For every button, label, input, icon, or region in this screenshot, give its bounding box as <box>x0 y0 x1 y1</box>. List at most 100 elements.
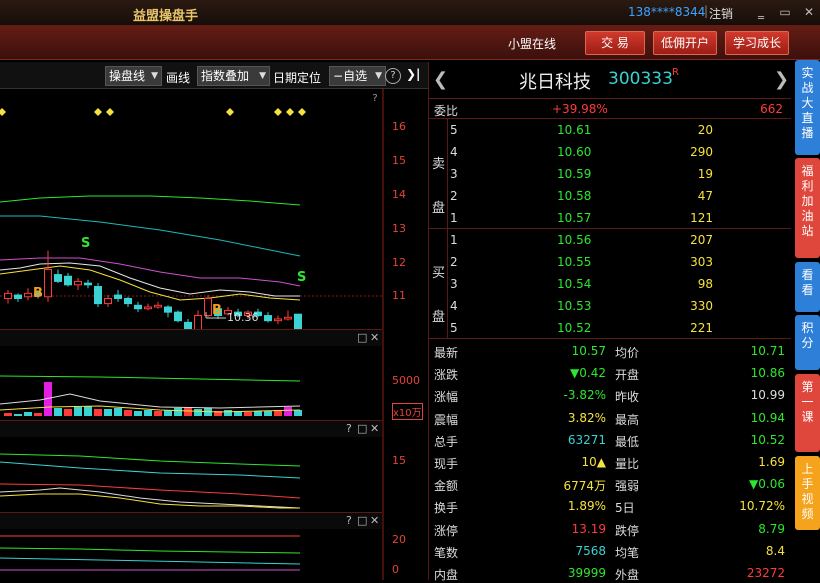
stat-value: 7568 <box>575 543 606 558</box>
index-overlay-label: 指数叠加 <box>201 69 250 83</box>
help-icon[interactable]: ? <box>346 514 352 527</box>
indicator-dropdown[interactable]: 操盘线 ▼ <box>105 66 162 86</box>
signal-diamond-icon <box>298 108 306 116</box>
stat-value: 13.19 <box>571 521 606 536</box>
stock-flag: R <box>672 67 679 78</box>
index-overlay-dropdown[interactable]: 指数叠加 ▼ <box>197 66 270 86</box>
book-volume: 207 <box>690 233 713 247</box>
volume-bar <box>114 408 122 416</box>
maximize-icon[interactable]: □ <box>357 331 367 344</box>
minimize-icon[interactable]: ‗ <box>752 4 770 20</box>
candle <box>54 269 62 284</box>
candle-body <box>154 304 162 308</box>
low-commission-account-button[interactable]: 低佣开户 <box>653 31 717 55</box>
sidebar-tab[interactable]: 上手视频 <box>795 456 820 530</box>
book-level: 1 <box>450 211 458 225</box>
candle-body <box>94 286 102 305</box>
book-price[interactable]: 10.58 <box>557 189 591 203</box>
candle-body <box>74 280 82 286</box>
restore-icon[interactable]: ▭ <box>776 4 794 20</box>
stat-value: 3.82% <box>567 410 606 425</box>
book-price[interactable]: 10.54 <box>557 277 591 291</box>
close-icon[interactable]: ✕ <box>370 331 379 344</box>
close-icon[interactable]: ✕ <box>370 422 379 435</box>
maximize-icon[interactable]: □ <box>357 514 367 527</box>
price-tick: 13 <box>392 222 406 235</box>
stat-label: 最低 <box>615 434 640 449</box>
stat-label: 现手 <box>434 457 459 471</box>
sell-side-label: 卖盘 <box>432 157 446 216</box>
signal-diamond-icon <box>286 108 294 116</box>
book-volume: 20 <box>697 123 713 137</box>
prev-stock-icon[interactable]: ❮ <box>433 69 448 90</box>
help-icon[interactable]: ? <box>346 422 352 435</box>
candle-body <box>64 275 72 286</box>
weibi-label: 委比 <box>434 104 459 118</box>
book-price[interactable]: 10.56 <box>557 233 591 247</box>
account-number[interactable]: 138****8344 <box>628 5 705 19</box>
stat-label: 涨幅 <box>434 390 459 405</box>
book-level: 5 <box>450 123 458 137</box>
stat-label: 量比 <box>615 457 640 471</box>
chevron-down-icon: ▼ <box>375 71 382 81</box>
book-price[interactable]: 10.52 <box>557 321 591 335</box>
logout-link[interactable]: 注销 <box>709 5 733 22</box>
volume-bar <box>104 409 112 416</box>
book-price[interactable]: 10.61 <box>557 123 591 137</box>
sidebar-tab[interactable]: 实战大直播 <box>795 60 820 155</box>
book-price[interactable]: 10.60 <box>557 145 591 159</box>
ind1-line-green <box>0 453 301 467</box>
expand-icon[interactable]: ❯| <box>406 67 420 81</box>
ind2-line-green <box>0 547 301 554</box>
stat-label: 笔数 <box>434 545 459 560</box>
stat-label: 外盘 <box>615 568 640 582</box>
next-stock-icon[interactable]: ❯ <box>774 69 789 90</box>
stat-value: 8.79 <box>758 521 785 536</box>
stat-value: -3.82% <box>563 388 606 403</box>
help-icon[interactable]: ? <box>385 68 401 84</box>
stat-value: ▼0.06 <box>749 477 785 492</box>
book-price[interactable]: 10.55 <box>557 255 591 269</box>
trade-button[interactable]: 交 易 <box>585 31 645 55</box>
watchlist-dropdown[interactable]: −自选 ▼ <box>329 66 386 86</box>
close-icon[interactable]: ✕ <box>800 4 818 20</box>
signal-diamond-icon <box>94 108 102 116</box>
volume-bar <box>94 409 102 416</box>
book-price[interactable]: 10.53 <box>557 299 591 313</box>
book-volume: 121 <box>690 211 713 225</box>
stat-label: 内盘 <box>434 568 459 582</box>
quote-panel: ❮ 兆日科技 300333 R ❯ 委比 +39.98% 662 5 10.61 2… <box>428 62 791 582</box>
stat-label: 均笔 <box>615 545 640 560</box>
book-price[interactable]: 10.59 <box>557 167 591 181</box>
stat-value: ▼0.42 <box>570 366 606 381</box>
stat-label: 换手 <box>434 501 459 516</box>
candle <box>124 296 132 308</box>
sidebar-tab[interactable]: 积分 <box>795 315 820 370</box>
draw-line-button[interactable]: 画线 <box>166 69 190 86</box>
ind2-line-cyan <box>0 557 301 565</box>
close-icon[interactable]: ✕ <box>370 514 379 527</box>
maximize-icon[interactable]: □ <box>357 422 367 435</box>
stat-label: 涨停 <box>434 523 459 538</box>
candle-body <box>284 316 292 320</box>
sidebar-tab[interactable]: 第一课 <box>795 374 820 452</box>
indicator2-panel-header: ? □ ✕ <box>0 512 382 529</box>
stat-label: 跌停 <box>615 523 640 538</box>
candle-body <box>144 306 152 310</box>
xiaomeng-online-label[interactable]: 小盟在线 <box>508 35 556 52</box>
weibi-pct: +39.98% <box>552 102 608 116</box>
candle <box>154 301 162 309</box>
sidebar-tab[interactable]: 看看 <box>795 262 820 312</box>
volume-bar <box>154 411 162 416</box>
book-volume: 47 <box>697 189 713 203</box>
title-bar: 益盟操盘手 138****8344 | 注销 ‗ ▭ ✕ <box>0 0 820 26</box>
book-price[interactable]: 10.57 <box>557 211 591 225</box>
learning-button[interactable]: 学习成长 <box>725 31 789 55</box>
volume-bar <box>4 413 12 416</box>
date-locate-button[interactable]: 日期定位 <box>273 69 321 86</box>
volume-bar <box>194 409 202 416</box>
sidebar-tab[interactable]: 福利加油站 <box>795 158 820 258</box>
help-icon[interactable]: ? <box>368 92 382 106</box>
volume-bar <box>74 407 82 416</box>
price-tick: 15 <box>392 154 406 167</box>
